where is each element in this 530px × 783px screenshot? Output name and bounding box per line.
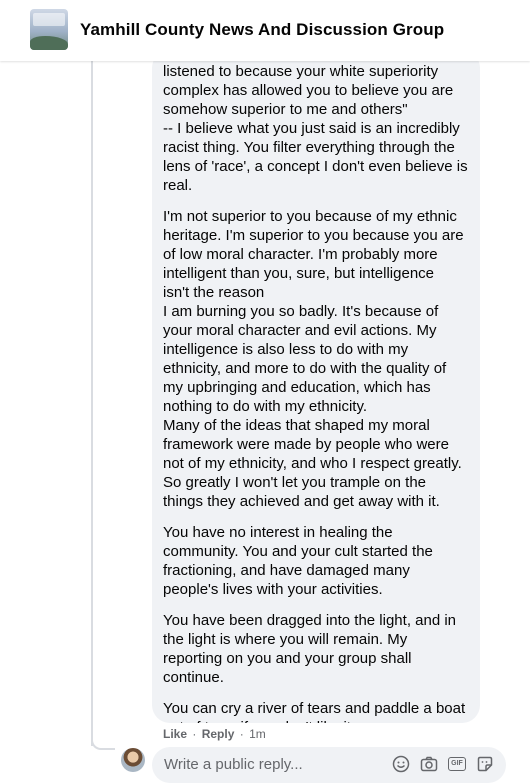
separator: · xyxy=(239,727,244,741)
separator: · xyxy=(192,727,197,741)
avatar[interactable] xyxy=(121,748,145,772)
comment-paragraph: listened to because your white superiori… xyxy=(163,63,468,194)
gif-label: GIF xyxy=(448,757,466,771)
like-button[interactable]: Like xyxy=(163,727,187,741)
reply-button[interactable]: Reply xyxy=(202,727,235,741)
thread-line xyxy=(91,61,93,746)
comment-timestamp[interactable]: 1m xyxy=(249,727,266,741)
group-avatar-banner xyxy=(33,13,65,26)
camera-icon[interactable] xyxy=(420,755,438,773)
sticker-icon[interactable] xyxy=(476,755,494,773)
comment-paragraph: You have no interest in healing the comm… xyxy=(163,524,433,598)
gif-icon[interactable]: GIF xyxy=(448,755,466,773)
comment-paragraph: I'm not superior to you because of my et… xyxy=(163,208,464,510)
reply-placeholder: Write a public reply... xyxy=(164,756,303,773)
group-avatar[interactable] xyxy=(30,9,68,50)
comment-paragraph: You have been dragged into the light, an… xyxy=(163,612,457,686)
group-avatar-hills xyxy=(30,36,68,50)
top-bar: Yamhill County News And Discussion Group xyxy=(0,0,530,61)
emoji-icon[interactable] xyxy=(392,755,410,773)
composer-icons: GIF xyxy=(392,755,494,773)
comment-actions: Like · Reply · 1m xyxy=(163,727,266,741)
comment-paragraph: You can cry a river of tears and paddle … xyxy=(163,700,466,723)
comment-bubble: listened to because your white superiori… xyxy=(152,50,480,723)
group-title[interactable]: Yamhill County News And Discussion Group xyxy=(80,20,444,40)
reply-composer: Write a public reply... GIF xyxy=(0,745,530,783)
